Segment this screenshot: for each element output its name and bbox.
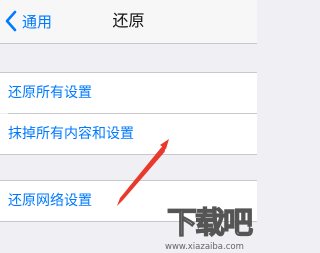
list-item-erase-all-content[interactable]: 抹掉所有内容和设置 — [0, 114, 257, 154]
group-bottom-border — [0, 154, 257, 155]
list-item-reset-all-settings[interactable]: 还原所有设置 — [0, 73, 257, 113]
watermark-text: 下载吧 — [167, 206, 253, 241]
list-item-label: 还原网络设置 — [8, 193, 92, 209]
list-item-label: 抹掉所有内容和设置 — [8, 126, 134, 142]
page-title: 还原 — [112, 11, 145, 30]
navigation-bar: 通用 还原 — [0, 0, 257, 44]
list-item-label: 还原所有设置 — [8, 85, 92, 101]
watermark-url: www.xiazaiba.com — [165, 242, 244, 252]
watermark-logo: 下载吧 www.xiazaiba.com — [165, 205, 255, 252]
